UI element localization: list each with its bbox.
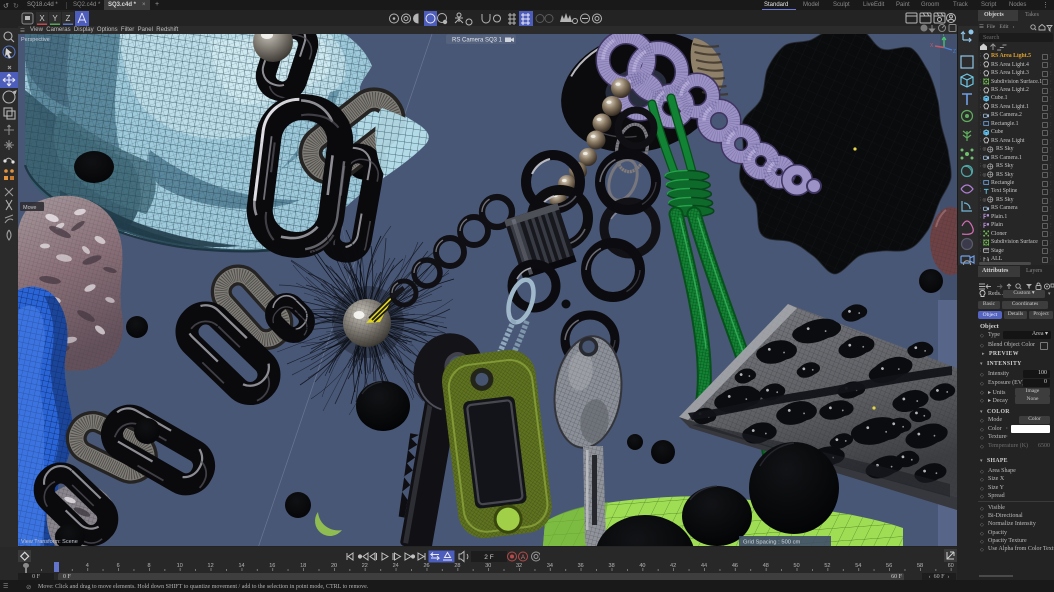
svg-text:RS Camera SQ3 1: RS Camera SQ3 1 [452,38,503,44]
svg-text:X: X [39,14,45,23]
svg-text:Perspective: Perspective [21,37,50,43]
svg-text:View Transform: Scene: View Transform: Scene [21,539,78,545]
svg-text:Y: Y [52,14,58,23]
svg-text:A: A [521,555,525,561]
svg-text:Grid Spacing : 500 cm: Grid Spacing : 500 cm [743,540,801,546]
svg-text:Z: Z [66,14,71,23]
svg-text:Move: Move [23,205,36,211]
svg-text:Z: Z [953,49,956,55]
svg-text:2 F: 2 F [484,554,493,561]
